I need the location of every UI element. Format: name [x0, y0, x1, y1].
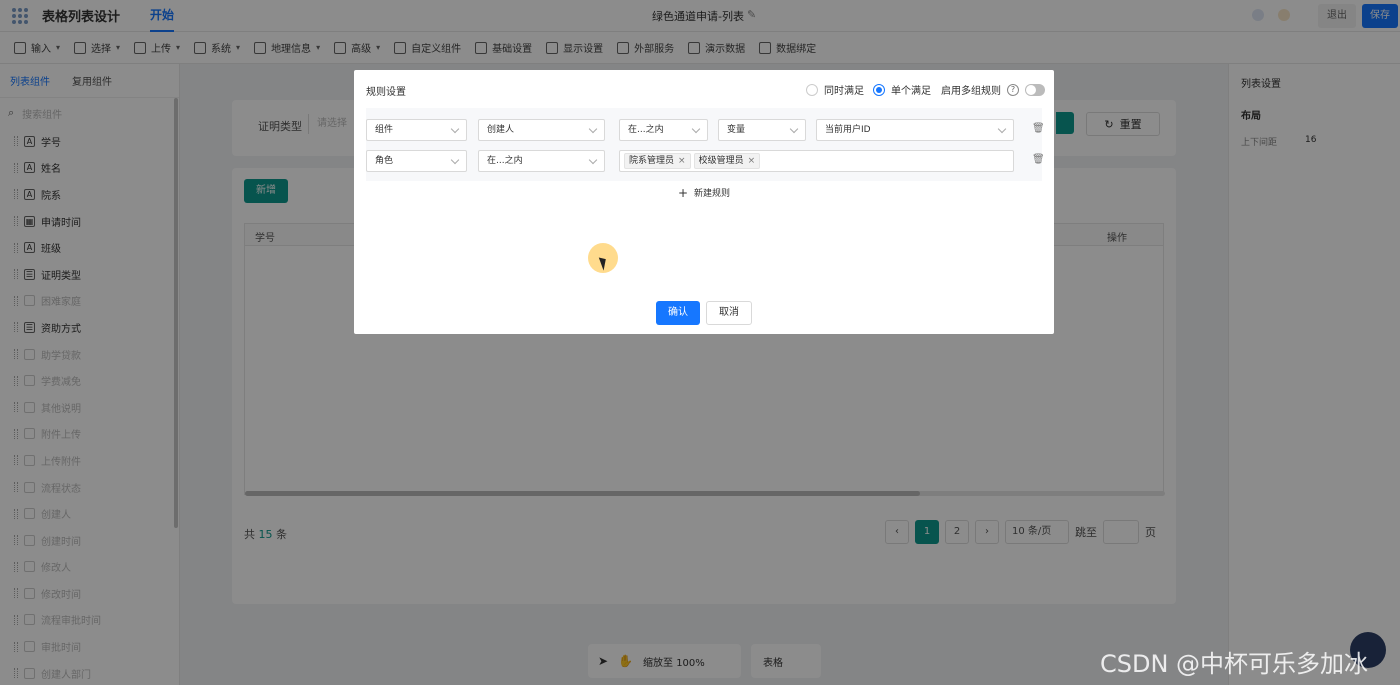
- help-icon[interactable]: ?: [1007, 83, 1019, 96]
- delete-rule1-icon[interactable]: 🗑: [1032, 123, 1045, 134]
- multi-group-setting: 启用多组规则 ?: [941, 82, 1045, 97]
- remove-tag-icon[interactable]: ×: [748, 151, 756, 171]
- dialog-title: 规则设置: [366, 87, 406, 98]
- chevron-down-icon: [997, 124, 1007, 134]
- radio-checked-icon: [873, 83, 885, 96]
- rule1-value-select[interactable]: 当前用户ID: [816, 119, 1014, 141]
- chevron-down-icon: [588, 124, 598, 134]
- plus-icon: +: [677, 185, 689, 200]
- chevron-down-icon: [691, 124, 701, 134]
- add-rule-button[interactable]: + 新建规则: [366, 181, 1042, 204]
- rule-settings-dialog: 规则设置 同时满足 单个满足 启用多组规则 ? 组件 创建人 在...之内 变量…: [354, 70, 1054, 334]
- chevron-down-icon: [588, 155, 598, 165]
- watermark: CSDN @中杯可乐多加冰: [1100, 650, 1369, 678]
- multi-group-toggle[interactable]: [1025, 83, 1045, 96]
- role-tag: 院系管理员 ×: [624, 153, 691, 169]
- multi-group-label: 启用多组规则: [941, 86, 1001, 97]
- rule1-type-select[interactable]: 组件: [366, 119, 467, 141]
- radio-match-all[interactable]: 同时满足: [806, 82, 864, 97]
- delete-rule2-icon[interactable]: 🗑: [1032, 154, 1045, 165]
- role-tag: 校级管理员 ×: [693, 151, 761, 171]
- rule1-value-type-select[interactable]: 变量: [718, 119, 806, 141]
- rule1-operator-select[interactable]: 在...之内: [619, 119, 708, 141]
- radio-icon: [806, 83, 818, 96]
- cancel-button[interactable]: 取消: [706, 301, 752, 325]
- remove-tag-icon[interactable]: ×: [678, 151, 686, 171]
- radio-match-single[interactable]: 单个满足: [873, 82, 931, 97]
- chevron-down-icon: [789, 124, 799, 134]
- chevron-down-icon: [450, 155, 460, 165]
- confirm-button[interactable]: 确认: [656, 301, 700, 325]
- rule1-field-select[interactable]: 创建人: [478, 119, 605, 141]
- rule2-roles-multiselect[interactable]: 院系管理员 × 校级管理员 ×: [619, 150, 1014, 172]
- rules-area: 组件 创建人 在...之内 变量 当前用户ID 🗑 角色 在...之内 院系管理…: [366, 108, 1045, 204]
- rule2-type-select[interactable]: 角色: [366, 150, 467, 172]
- chevron-down-icon: [450, 124, 460, 134]
- rule2-operator-select[interactable]: 在...之内: [478, 150, 605, 172]
